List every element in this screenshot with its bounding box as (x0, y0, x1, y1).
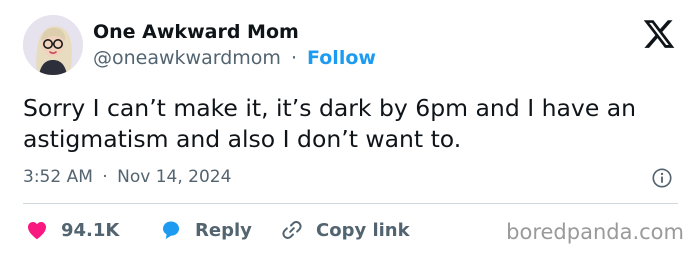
reply-label: Reply (195, 219, 252, 241)
tweet-card: One Awkward Mom @oneawkwardmom · Follow … (0, 0, 700, 256)
follow-button[interactable]: Follow (307, 47, 376, 69)
timestamp-separator: · (102, 167, 108, 187)
speech-bubble-icon (163, 221, 179, 239)
heart-icon (28, 222, 46, 240)
tweet-date: Nov 14, 2024 (117, 167, 232, 187)
link-icon (282, 221, 302, 239)
like-button[interactable]: 94.1K (25, 218, 119, 242)
author-name[interactable]: One Awkward Mom (93, 21, 299, 43)
author-handle[interactable]: @oneawkwardmom (93, 47, 281, 69)
tweet-time: 3:52 AM (23, 167, 93, 187)
author-handle-row: @oneawkwardmom · Follow (93, 47, 376, 69)
source-watermark: boredpanda.com (506, 220, 684, 244)
reply-button[interactable]: Reply (159, 218, 252, 242)
actions-divider (23, 203, 678, 204)
info-icon[interactable] (651, 167, 673, 189)
tweet-timestamp[interactable]: 3:52 AM · Nov 14, 2024 (23, 167, 231, 187)
like-count: 94.1K (61, 219, 120, 241)
tweet-text: Sorry I can’t make it, it’s dark by 6pm … (23, 94, 637, 153)
avatar[interactable] (23, 15, 83, 75)
copy-link-button[interactable]: Copy link (280, 218, 410, 242)
copy-link-label: Copy link (316, 219, 410, 241)
handle-separator: · (290, 47, 297, 69)
x-logo-icon[interactable] (641, 17, 677, 51)
avatar-image (23, 15, 83, 75)
